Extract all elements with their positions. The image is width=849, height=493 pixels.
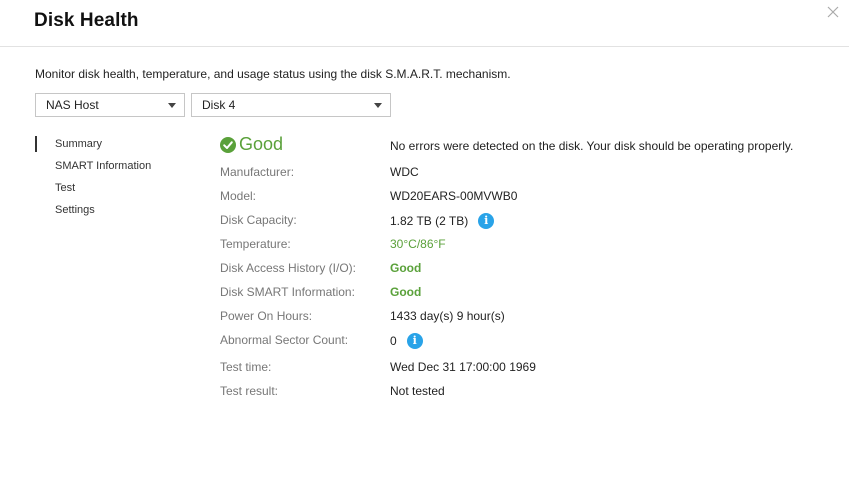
field-value-wrap: 0 i — [390, 333, 423, 349]
field-value: Wed Dec 31 17:00:00 1969 — [390, 360, 536, 374]
host-select-value: NAS Host — [46, 98, 99, 112]
status-message: No errors were detected on the disk. You… — [390, 139, 794, 153]
side-nav: Summary SMART Information Test Settings — [35, 136, 151, 224]
field-value-wrap: 1.82 TB (2 TB) i — [390, 213, 495, 229]
field-label: Disk SMART Information: — [220, 285, 355, 299]
field-label: Power On Hours: — [220, 309, 313, 323]
chevron-down-icon — [168, 103, 176, 108]
disk-health-dialog: Disk Health Monitor disk health, tempera… — [0, 0, 849, 493]
field-value: 1433 day(s) 9 hour(s) — [390, 309, 505, 323]
field-label: Disk Capacity: — [220, 213, 297, 227]
field-abnormal-sector-count: Abnormal Sector Count: 0 i — [220, 333, 820, 351]
nav-item-test[interactable]: Test — [35, 180, 151, 202]
field-value: 0 — [390, 334, 397, 348]
disk-select[interactable]: Disk 4 — [191, 93, 391, 117]
field-label: Temperature: — [220, 237, 291, 251]
field-disk-access-history: Disk Access History (I/O): Good — [220, 261, 820, 279]
nav-item-summary[interactable]: Summary — [35, 136, 151, 158]
field-label: Disk Access History (I/O): — [220, 261, 357, 275]
field-manufacturer: Manufacturer: WDC — [220, 165, 820, 183]
field-label: Manufacturer: — [220, 165, 295, 179]
field-power-on-hours: Power On Hours: 1433 day(s) 9 hour(s) — [220, 309, 820, 327]
dialog-title: Disk Health — [34, 10, 139, 31]
field-value: 1.82 TB (2 TB) — [390, 214, 469, 228]
field-temperature: Temperature: 30°C/86°F — [220, 237, 820, 255]
field-value: Good — [390, 261, 422, 275]
close-icon[interactable] — [826, 5, 840, 19]
status-text: Good — [239, 134, 284, 154]
field-label: Test result: — [220, 384, 279, 398]
dialog-description: Monitor disk health, temperature, and us… — [35, 67, 511, 81]
disk-select-value: Disk 4 — [202, 98, 236, 112]
field-value: WD20EARS-00MVWB0 — [390, 189, 518, 203]
check-circle-icon — [220, 136, 236, 153]
field-test-time: Test time: Wed Dec 31 17:00:00 1969 — [220, 360, 820, 378]
field-test-result: Test result: Not tested — [220, 384, 820, 402]
info-icon[interactable]: i — [406, 333, 423, 349]
field-disk-smart-information: Disk SMART Information: Good — [220, 285, 820, 303]
field-value: WDC — [390, 165, 419, 179]
field-value: 30°C/86°F — [390, 237, 446, 251]
chevron-down-icon — [374, 103, 382, 108]
nav-item-smart-information[interactable]: SMART Information — [35, 158, 151, 180]
field-label: Abnormal Sector Count: — [220, 333, 349, 347]
field-label: Test time: — [220, 360, 272, 374]
nav-item-settings[interactable]: Settings — [35, 202, 151, 224]
host-select[interactable]: NAS Host — [35, 93, 185, 117]
field-value: Good — [390, 285, 422, 299]
dialog-header: Disk Health — [0, 0, 849, 47]
field-label: Model: — [220, 189, 257, 203]
info-icon[interactable]: i — [478, 213, 495, 229]
field-disk-capacity: Disk Capacity: 1.82 TB (2 TB) i — [220, 213, 820, 231]
field-model: Model: WD20EARS-00MVWB0 — [220, 189, 820, 207]
status-indicator: Good — [220, 134, 283, 155]
field-value: Not tested — [390, 384, 445, 398]
